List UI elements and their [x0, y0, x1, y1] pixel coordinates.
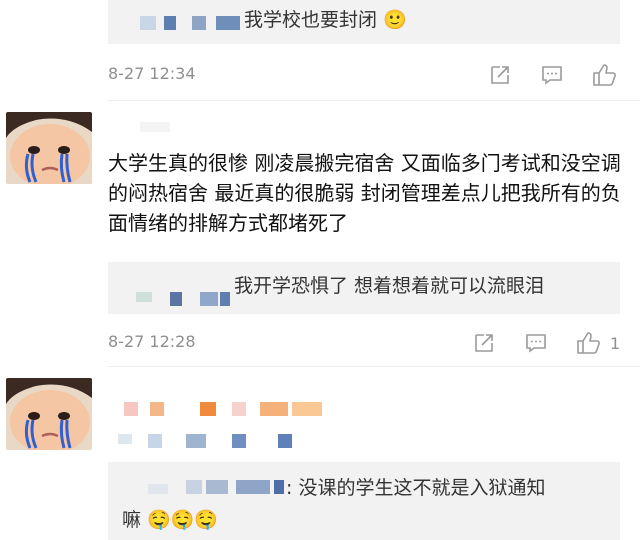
- reply-box: : 没课的学生这不就是入狱通知 嘛 🤤🤤🤤: [108, 462, 620, 540]
- redacted-username: [278, 434, 292, 448]
- redacted-username: [220, 292, 230, 306]
- redacted-username: [292, 402, 322, 416]
- reply-text: 我开学恐惧了 想着想着就可以流眼泪: [234, 275, 545, 297]
- share-icon: [472, 331, 496, 355]
- redacted-username: [164, 16, 176, 30]
- timestamp: 8-27 12:28: [108, 332, 196, 351]
- comment-icon: [524, 331, 548, 355]
- redacted-username: [186, 480, 202, 494]
- divider: [108, 100, 640, 101]
- share-icon: [488, 63, 512, 87]
- redacted-username: [236, 480, 270, 494]
- redacted-username: [136, 292, 152, 302]
- reply-text-continued: 嘛 🤤🤤🤤: [122, 509, 219, 531]
- avatar[interactable]: [6, 378, 92, 450]
- redacted-username: [200, 402, 216, 416]
- divider: [108, 366, 640, 367]
- redacted-username: [124, 402, 138, 416]
- avatar[interactable]: [6, 112, 92, 184]
- redacted-username: [140, 16, 156, 30]
- redacted-username: [118, 434, 132, 444]
- like-button[interactable]: [592, 60, 618, 90]
- redacted-username: [232, 434, 246, 448]
- reply-text: : 没课的学生这不就是入狱通知: [286, 477, 546, 499]
- redacted-username: [206, 480, 228, 494]
- redacted-username: [150, 402, 164, 416]
- redacted-username: [200, 292, 218, 306]
- redacted-username: [260, 402, 288, 416]
- thumbs-up-icon: [592, 63, 618, 87]
- meta-row-top: 8-27 12:34: [108, 60, 628, 90]
- comment-text: 大学生真的很惨 刚凌晨搬完宿舍 又面临多门考试和没空调的闷热宿舍 最近真的很脆弱…: [108, 151, 621, 235]
- redacted-username: [192, 16, 206, 30]
- redacted-username: [148, 434, 162, 448]
- timestamp: 8-27 12:34: [108, 64, 196, 83]
- meta-row: 8-27 12:28 1: [108, 328, 628, 358]
- redacted-username: [216, 16, 240, 30]
- like-button[interactable]: 1: [576, 328, 620, 358]
- comment-button[interactable]: [524, 328, 548, 358]
- redacted-username: [140, 122, 170, 132]
- reply-box: 我开学恐惧了 想着想着就可以流眼泪: [108, 262, 620, 314]
- redacted-username: [170, 292, 182, 306]
- reply-text: 我学校也要封闭 🙂: [244, 9, 407, 31]
- redacted-username: [274, 480, 284, 494]
- comment-button[interactable]: [540, 60, 564, 90]
- share-button[interactable]: [488, 60, 512, 90]
- like-count: 1: [610, 333, 621, 353]
- comment-icon: [540, 63, 564, 87]
- redacted-username: [186, 434, 206, 448]
- share-button[interactable]: [472, 328, 496, 358]
- thumbs-up-icon: [576, 331, 602, 355]
- reply-box-top: 我学校也要封闭 🙂: [108, 0, 620, 44]
- redacted-username: [232, 402, 246, 416]
- redacted-username: [148, 484, 168, 494]
